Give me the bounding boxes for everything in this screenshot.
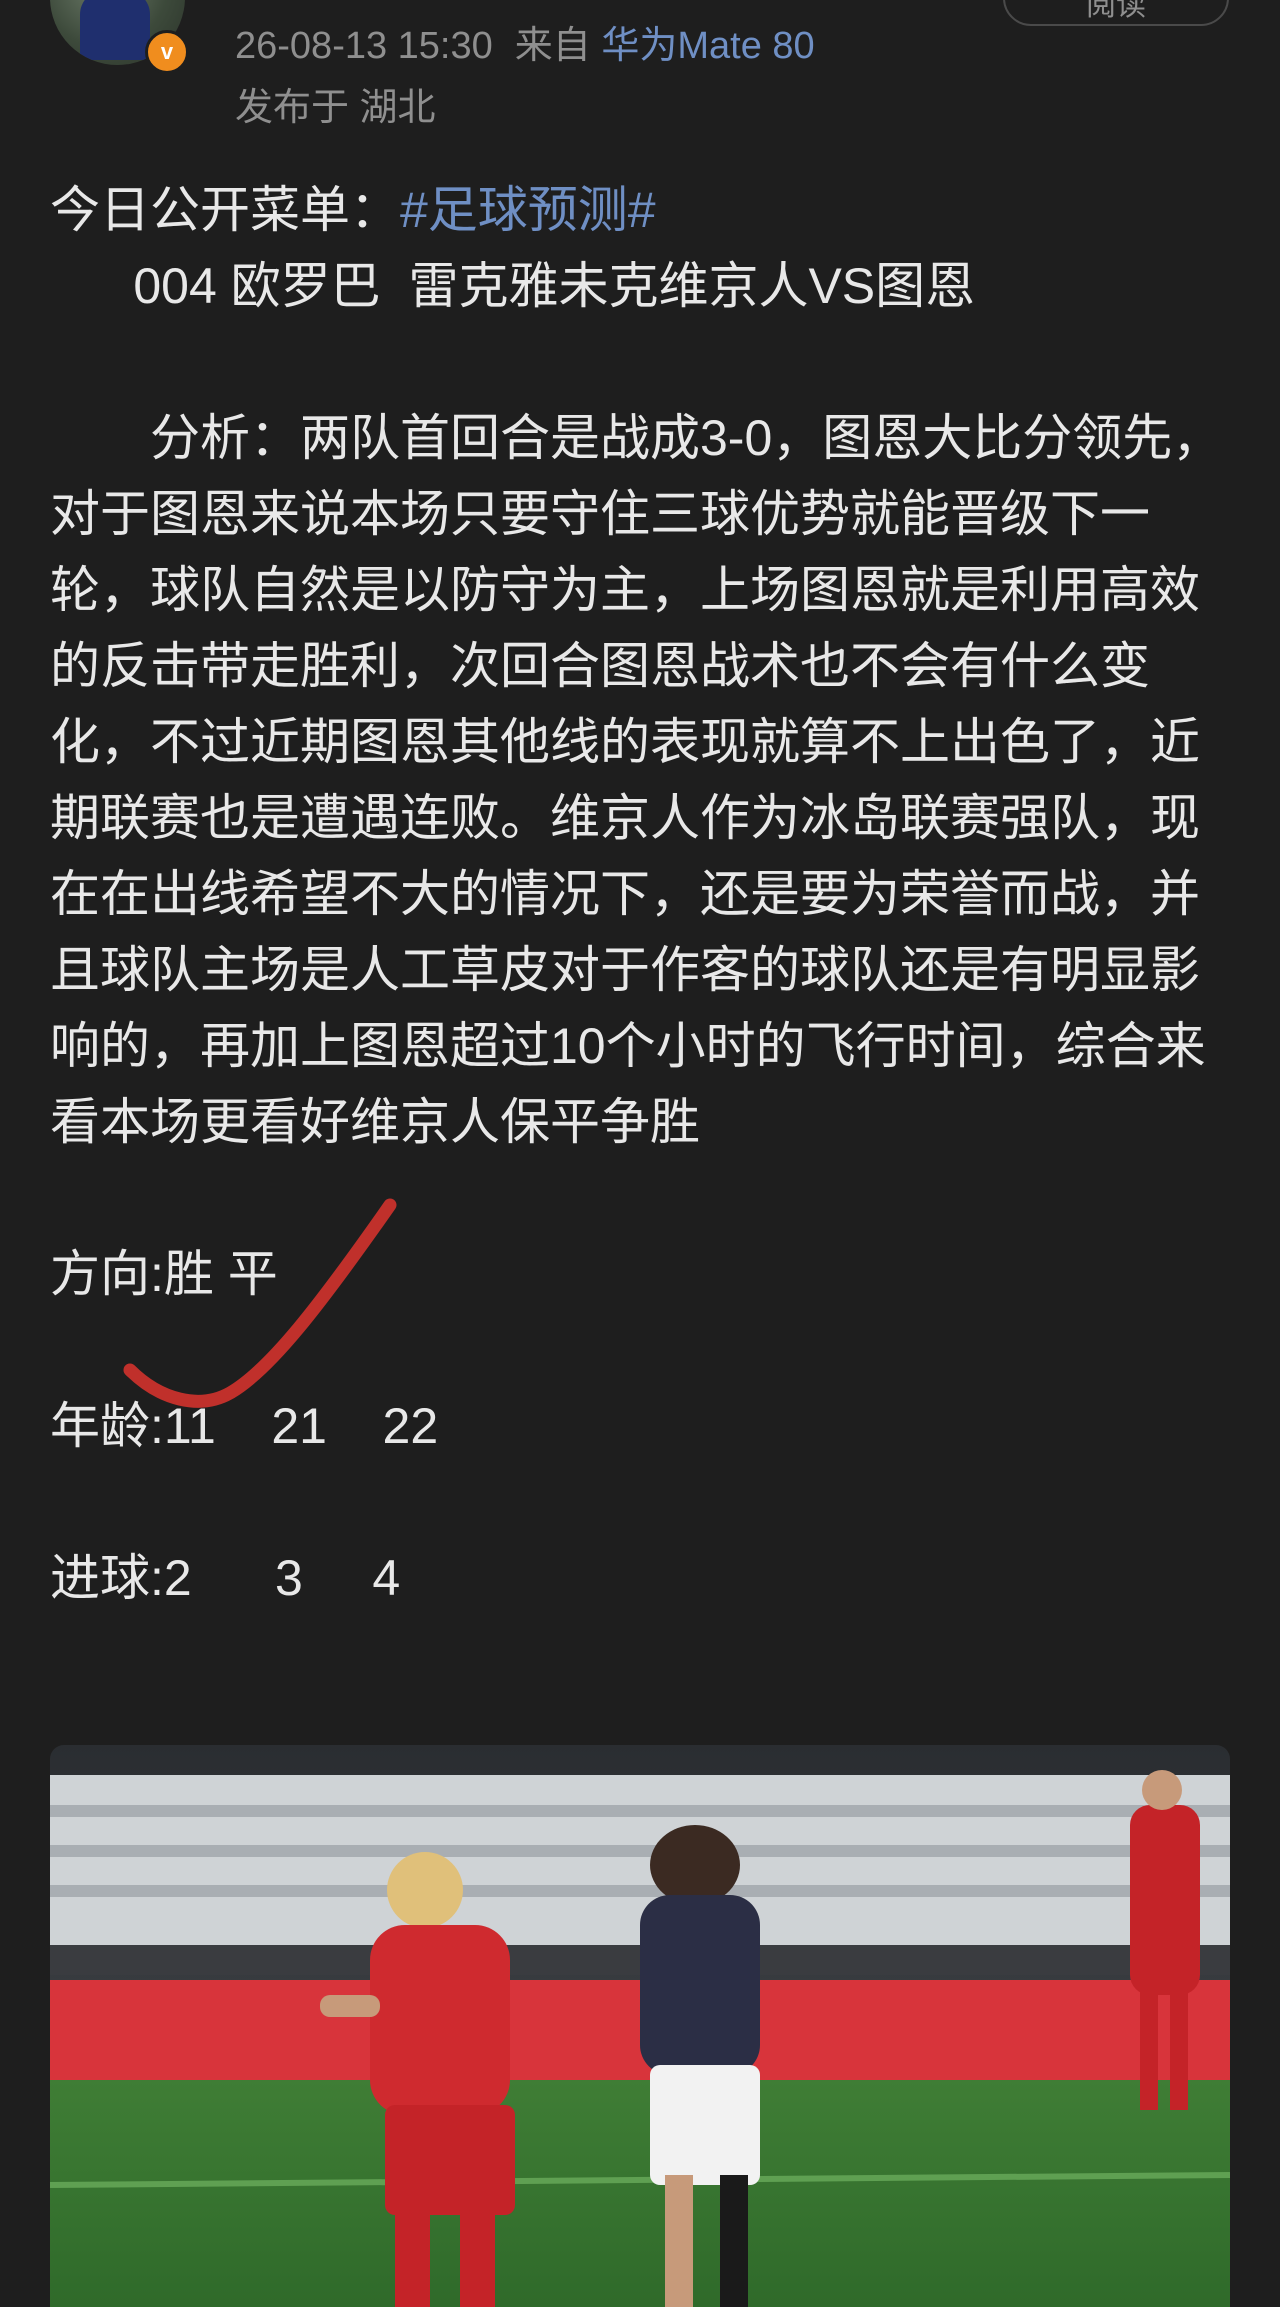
- verified-badge-icon: v: [145, 30, 189, 74]
- goals-line: 进球:2 3 4: [50, 1550, 401, 1606]
- post-meta: 26-08-13 15:30 来自 华为Mate 80: [235, 14, 815, 69]
- post-timestamp: 26-08-13 15:30: [235, 25, 493, 67]
- direction-line: 方向:胜 平: [50, 1246, 278, 1302]
- match-photo: [50, 1745, 1230, 2307]
- post-device-link[interactable]: 华为Mate 80: [601, 25, 814, 67]
- post-from-label: 来自: [514, 25, 591, 67]
- post-image[interactable]: [50, 1745, 1230, 2307]
- hashtag-link[interactable]: #足球预测#: [400, 182, 656, 238]
- avatar-jersey: [80, 0, 150, 60]
- post-header: v 26-08-13 15:30 来自 华为Mate 80 发布于 湖北 阅读: [0, 0, 1280, 140]
- age-line: 年龄:11 21 22: [50, 1398, 439, 1454]
- post-content: 今日公开菜单：#足球预测# 004 欧罗巴 雷克雅未克维京人VS图恩 分析：两队…: [50, 172, 1230, 1616]
- post-location: 发布于 湖北: [235, 87, 436, 129]
- read-button[interactable]: 阅读: [1003, 0, 1229, 26]
- intro-line: 今日公开菜单：#足球预测#: [50, 172, 1230, 248]
- analysis-paragraph: 分析：两队首回合是战成3-0，图恩大比分领先，对于图恩来说本场只要守住三球优势就…: [50, 410, 1223, 1150]
- intro-prefix: 今日公开菜单：: [50, 182, 400, 238]
- match-line: 004 欧罗巴 雷克雅未克维京人VS图恩: [50, 258, 976, 314]
